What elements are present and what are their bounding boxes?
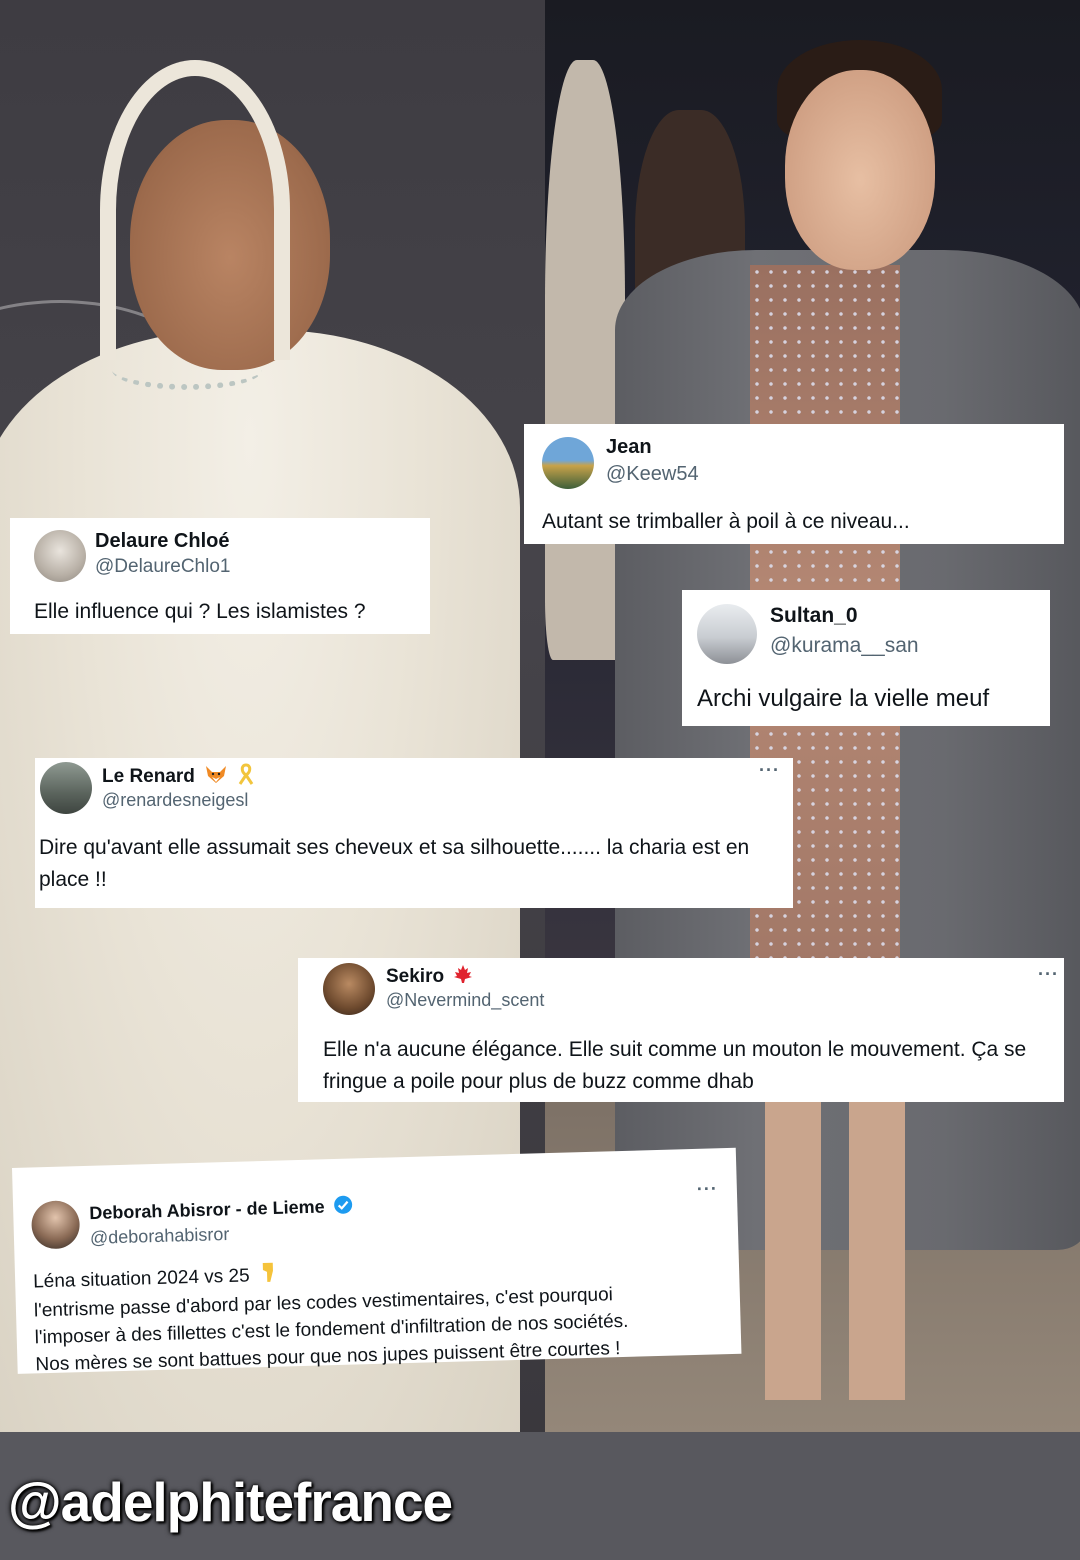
author-name-text: Sekiro: [386, 966, 445, 988]
avatar[interactable]: [40, 762, 92, 814]
tweet-text: Léna situation 2024 vs 25 l'entrisme pas…: [33, 1248, 736, 1379]
background-person: [545, 60, 625, 660]
tweet-card-jean[interactable]: Jean @Keew54 Autant se trimballer à poil…: [524, 424, 1064, 544]
author-name-text: Le Renard: [102, 766, 195, 788]
verified-badge-icon: [333, 1194, 354, 1220]
tweet-card-sultan[interactable]: Sultan_0 @kurama__san Archi vulgaire la …: [682, 590, 1050, 726]
more-options-icon[interactable]: ···: [759, 760, 780, 781]
avatar[interactable]: [323, 963, 375, 1015]
more-options-icon[interactable]: ···: [697, 1178, 719, 1200]
avatar[interactable]: [30, 1200, 81, 1250]
tweet-card-sekiro[interactable]: Sekiro @Nevermind_scent ··· Elle n'a auc…: [298, 958, 1064, 1102]
pointing-down-emoji-icon: [259, 1261, 278, 1291]
maple-leaf-icon: [453, 964, 473, 990]
tweet-text: Elle n'a aucune élégance. Elle suit comm…: [323, 1038, 1027, 1093]
tweet-text: Elle influence qui ? Les islamistes ?: [34, 600, 366, 623]
author-name[interactable]: Sultan_0: [770, 604, 858, 628]
tweet-text: Dire qu'avant elle assumait ses cheveux …: [39, 836, 750, 891]
right-figure-face: [785, 70, 935, 270]
author-handle[interactable]: @DelaureChlo1: [95, 556, 230, 578]
author-name[interactable]: Deborah Abisror - de Lieme: [89, 1194, 354, 1226]
author-handle[interactable]: @renardesneigesl: [102, 790, 248, 811]
avatar[interactable]: [542, 437, 594, 489]
more-options-icon[interactable]: ···: [1038, 964, 1059, 985]
tweet-card-delaure-chloe[interactable]: Delaure Chloé @DelaureChlo1 Elle influen…: [10, 518, 430, 634]
ribbon-emoji-icon: [237, 763, 255, 791]
author-handle[interactable]: @deborahabisror: [90, 1224, 230, 1249]
author-name[interactable]: Jean: [606, 436, 652, 459]
author-name-text: Deborah Abisror - de Lieme: [89, 1196, 325, 1224]
author-name[interactable]: Le Renard: [102, 763, 255, 791]
left-figure-hood: [100, 60, 290, 360]
left-figure-necklace: [112, 350, 262, 390]
fox-emoji-icon: [204, 764, 228, 790]
author-handle[interactable]: @Nevermind_scent: [386, 990, 544, 1011]
tweet-card-deborah-abisror[interactable]: Deborah Abisror - de Lieme @deborahabisr…: [12, 1147, 742, 1375]
tweet-card-le-renard[interactable]: Le Renard @renardesneigesl ··· Dire qu'a…: [35, 758, 793, 908]
tweet-text: Autant se trimballer à poil à ce niveau.…: [542, 510, 910, 533]
author-handle[interactable]: @Keew54: [606, 463, 699, 486]
account-watermark: @adelphitefrance: [8, 1471, 453, 1533]
tweet-text: Archi vulgaire la vielle meuf: [697, 685, 990, 712]
author-name[interactable]: Delaure Chloé: [95, 530, 229, 553]
author-handle[interactable]: @kurama__san: [770, 634, 919, 658]
avatar[interactable]: [697, 604, 757, 664]
author-name[interactable]: Sekiro: [386, 964, 473, 990]
footer-bar: @adelphitefrance: [0, 1432, 1080, 1560]
avatar[interactable]: [34, 530, 86, 582]
